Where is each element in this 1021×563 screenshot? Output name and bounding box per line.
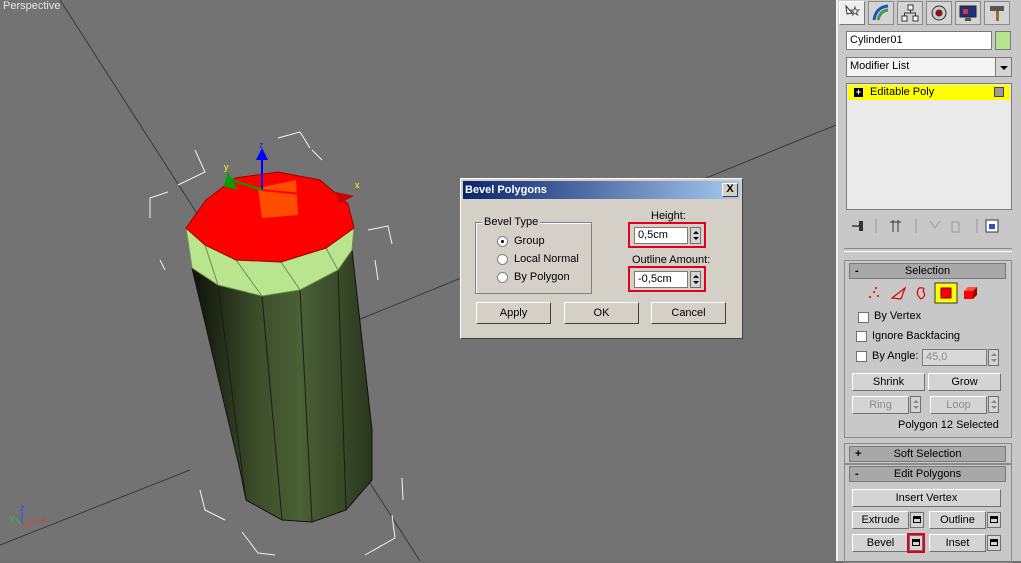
element-level-icon[interactable]: [964, 287, 977, 299]
bevel-type-title: Bevel Type: [482, 216, 541, 228]
dialog-titlebar[interactable]: Bevel Polygons X: [463, 181, 740, 199]
modifier-stack[interactable]: + Editable Poly: [846, 83, 1012, 210]
outline-amount-label: Outline Amount:: [632, 254, 711, 266]
utilities-tab[interactable]: [984, 1, 1010, 25]
stack-item-editable-poly[interactable]: + Editable Poly: [848, 85, 1010, 100]
gizmo-x-label: x: [355, 180, 360, 190]
separator: [844, 248, 1012, 252]
stack-item-toggle[interactable]: [994, 87, 1004, 97]
object-name-field[interactable]: Cylinder01: [846, 31, 992, 50]
show-end-result-icon[interactable]: [890, 220, 901, 232]
ignore-backfacing-label: Ignore Backfacing: [872, 330, 961, 342]
height-field[interactable]: 0,5cm: [634, 227, 688, 244]
local-normal-radio[interactable]: [497, 254, 508, 265]
hammer-icon: [990, 6, 1004, 21]
subobject-level-icons: [869, 282, 977, 304]
modify-tab[interactable]: [868, 1, 894, 25]
display-tab[interactable]: [955, 1, 981, 25]
pin-stack-icon[interactable]: [852, 221, 863, 231]
bevel-button[interactable]: Bevel: [852, 534, 909, 552]
close-button[interactable]: X: [722, 183, 738, 197]
command-panel-tabs: [839, 1, 1017, 25]
bevel-settings-highlight: [907, 533, 925, 553]
create-tab[interactable]: [839, 1, 865, 25]
height-spinner[interactable]: [690, 227, 701, 244]
ring-spinner[interactable]: [910, 396, 921, 413]
axis-tripod: [14, 512, 39, 526]
chevron-down-icon: [995, 58, 1011, 76]
star-cursor-icon: [845, 4, 861, 17]
by-vertex-label: By Vertex: [874, 310, 922, 322]
tripod-z-label: z: [20, 503, 25, 513]
monitor-icon: [959, 5, 977, 21]
hierarchy-tab[interactable]: [897, 1, 923, 25]
inset-settings-button[interactable]: [987, 535, 1001, 551]
configure-modifier-sets-icon[interactable]: [985, 219, 999, 233]
height-label: Height:: [651, 210, 686, 222]
edge-level-icon[interactable]: [890, 286, 907, 300]
viewport-label[interactable]: Perspective: [3, 0, 60, 12]
gizmo-z-label: z: [259, 140, 264, 150]
dialog-title: Bevel Polygons: [465, 184, 547, 196]
modifier-list-label: Modifier List: [850, 60, 910, 72]
by-polygon-label: By Polygon: [514, 271, 570, 283]
tripod-x-label: x: [42, 514, 47, 524]
cancel-button[interactable]: Cancel: [651, 302, 726, 324]
rainbow-arc-icon: [872, 4, 889, 21]
remove-modifier-icon[interactable]: [951, 221, 960, 233]
loop-button[interactable]: Loop: [930, 396, 987, 414]
by-vertex-checkbox[interactable]: [858, 312, 869, 323]
outline-button[interactable]: Outline: [929, 511, 986, 529]
tripod-y-label: y: [10, 513, 15, 523]
outline-settings-button[interactable]: [987, 512, 1001, 528]
edit-polygons-header[interactable]: - Edit Polygons: [849, 466, 1006, 482]
stack-toolbar: [852, 219, 999, 233]
object-color-swatch[interactable]: [995, 31, 1011, 50]
hierarchy-icon: [901, 4, 919, 22]
local-normal-label: Local Normal: [514, 253, 579, 265]
stack-item-label: Editable Poly: [870, 86, 935, 98]
ring-button[interactable]: Ring: [852, 396, 909, 414]
by-polygon-radio[interactable]: [497, 272, 508, 283]
ok-button[interactable]: OK: [564, 302, 639, 324]
ignore-backfacing-checkbox[interactable]: [856, 331, 867, 342]
gizmo-y-label: y: [224, 162, 229, 172]
apply-button[interactable]: Apply: [476, 302, 551, 324]
outline-amount-field[interactable]: -0,5cm: [634, 271, 688, 288]
shrink-button[interactable]: Shrink: [852, 373, 925, 391]
make-unique-icon[interactable]: [929, 220, 941, 229]
motion-tab[interactable]: [926, 1, 952, 25]
extrude-button[interactable]: Extrude: [852, 511, 909, 529]
bevel-polygons-dialog: Bevel Polygons X Bevel Type Group Local …: [460, 178, 743, 339]
by-angle-spinner[interactable]: [988, 349, 999, 366]
extrude-settings-button[interactable]: [910, 512, 924, 528]
polygon-level-icon[interactable]: [934, 282, 958, 304]
by-angle-label: By Angle:: [872, 350, 919, 362]
vertex-level-icon[interactable]: [869, 287, 879, 298]
close-icon: X: [726, 183, 734, 195]
group-radio[interactable]: [497, 236, 508, 247]
group-label: Group: [514, 235, 545, 247]
by-angle-field[interactable]: 45,0: [922, 349, 987, 366]
inset-button[interactable]: Inset: [929, 534, 986, 552]
selection-rollout-header[interactable]: - Selection: [849, 263, 1006, 279]
motion-wheel-icon: [931, 5, 947, 21]
soft-selection-header[interactable]: + Soft Selection: [849, 446, 1006, 462]
selection-status: Polygon 12 Selected: [898, 419, 999, 431]
outline-amount-spinner[interactable]: [690, 271, 701, 288]
by-angle-checkbox[interactable]: [856, 351, 867, 362]
insert-vertex-button[interactable]: Insert Vertex: [852, 489, 1001, 507]
expand-plus-icon[interactable]: +: [854, 88, 863, 97]
modifier-list-dropdown[interactable]: Modifier List: [846, 57, 1012, 77]
border-level-icon[interactable]: [916, 287, 926, 300]
loop-spinner[interactable]: [988, 396, 999, 413]
grow-button[interactable]: Grow: [928, 373, 1001, 391]
